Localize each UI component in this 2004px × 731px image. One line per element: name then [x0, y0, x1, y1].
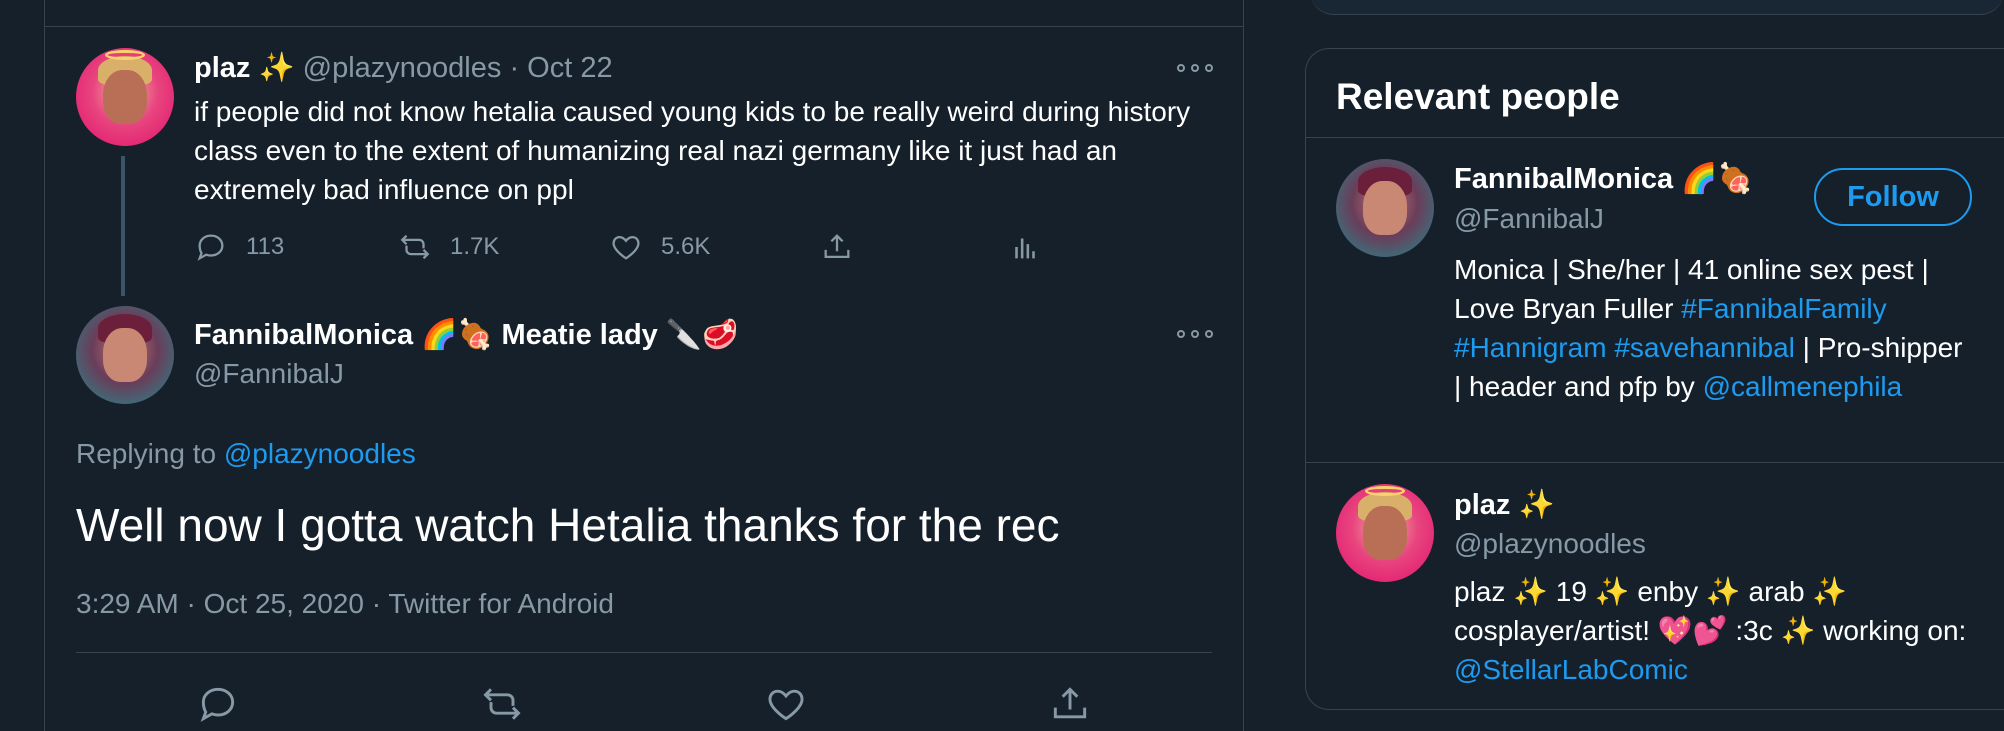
hashtag-link[interactable]: #FannibalFamily [1681, 293, 1886, 324]
divider [1306, 137, 2004, 138]
retweet-icon[interactable] [480, 682, 524, 726]
divider [45, 26, 1243, 27]
bio-text: plaz ✨ 19 ✨ enby ✨ arab ✨ cosplayer/arti… [1454, 576, 1967, 646]
tweet-date[interactable]: Oct 22 [527, 52, 612, 84]
hashtag-link[interactable]: #Hannigram [1454, 332, 1607, 363]
author-handle[interactable]: @FannibalJ [194, 358, 344, 390]
replying-prefix: Replying to [76, 438, 224, 469]
analytics-icon [1015, 238, 1035, 259]
analytics-action[interactable] [1008, 230, 1042, 264]
reply-count: 113 [246, 233, 285, 260]
thread-line [121, 156, 125, 296]
person-bio: Monica | She/her | 41 online sex pest | … [1454, 250, 1974, 406]
panel-title: Relevant people [1336, 76, 1620, 117]
divider [76, 652, 1212, 653]
share-icon [824, 234, 850, 259]
share-action[interactable] [820, 230, 854, 264]
avatar[interactable] [1336, 159, 1434, 257]
halo-icon [1365, 485, 1405, 496]
divider [1306, 462, 2004, 463]
search-box[interactable] [1310, 0, 2004, 15]
more-icon[interactable] [1177, 62, 1213, 74]
replying-to-link[interactable]: @plazynoodles [224, 438, 416, 469]
tweet-author-line: plaz ✨ @plazynoodles · Oct 22 [194, 51, 613, 85]
replying-to: Replying to @plazynoodles [76, 438, 416, 470]
more-icon[interactable] [1177, 328, 1213, 340]
mention-link[interactable]: @StellarLabComic [1454, 654, 1688, 685]
avatar-face [103, 69, 147, 125]
person-bio: plaz ✨ 19 ✨ enby ✨ arab ✨ cosplayer/arti… [1454, 572, 1974, 689]
person-name[interactable]: plaz ✨ [1454, 488, 1555, 522]
separator: · [509, 52, 520, 84]
follow-button[interactable]: Follow [1814, 168, 1972, 226]
like-action[interactable]: 5.6K [609, 230, 710, 264]
author-handle[interactable]: @plazynoodles [303, 52, 502, 84]
tweet-meta[interactable]: 3:29 AM · Oct 25, 2020 · Twitter for And… [76, 588, 614, 620]
author-name[interactable]: FannibalMonica 🌈🍖 Meatie lady 🔪🥩 [194, 318, 738, 352]
avatar[interactable] [76, 306, 174, 404]
avatar[interactable] [1336, 484, 1434, 582]
retweet-action[interactable]: 1.7K [398, 230, 499, 264]
author-name[interactable]: plaz ✨ [194, 52, 295, 84]
avatar[interactable] [76, 48, 174, 146]
like-count: 5.6K [661, 233, 711, 260]
like-icon [612, 235, 640, 260]
halo-icon [105, 49, 145, 60]
person-name[interactable]: FannibalMonica 🌈🍖 [1454, 162, 1753, 196]
person-handle[interactable]: @plazynoodles [1454, 528, 1646, 560]
reply-icon [197, 234, 224, 261]
like-icon[interactable] [764, 682, 808, 726]
avatar-face [1363, 180, 1407, 236]
retweet-icon [400, 234, 430, 260]
tweet-text: if people did not know hetalia caused yo… [194, 96, 1191, 205]
avatar-face [103, 327, 147, 383]
reply-icon[interactable] [196, 682, 240, 726]
reply-action[interactable]: 113 [194, 230, 284, 264]
tweet-text: Well now I gotta watch Hetalia thanks fo… [76, 499, 1060, 551]
avatar-face [1363, 505, 1407, 561]
person-handle[interactable]: @FannibalJ [1454, 203, 1604, 235]
hashtag-link[interactable]: #savehannibal [1614, 332, 1795, 363]
share-icon[interactable] [1048, 682, 1092, 726]
mention-link[interactable]: @callmenephila [1703, 371, 1903, 402]
retweet-count: 1.7K [450, 233, 500, 260]
